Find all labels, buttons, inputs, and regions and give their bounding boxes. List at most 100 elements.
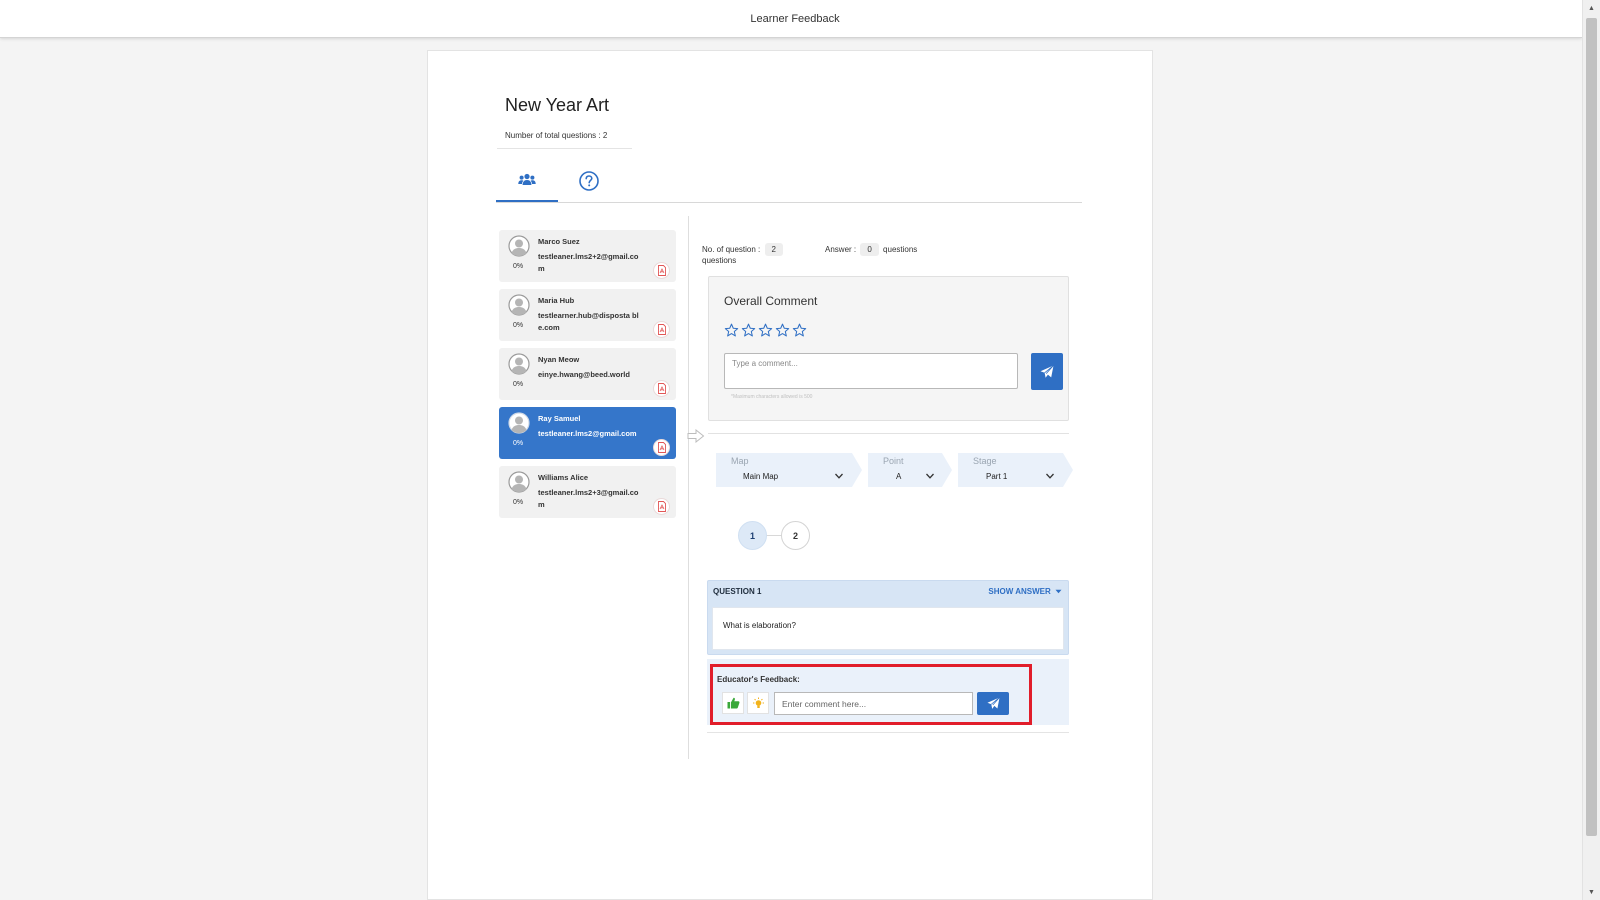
question-count-suffix: questions — [702, 256, 737, 265]
learner-progress: 0% — [513, 381, 524, 388]
learner-item[interactable]: 0% Nyan Meow einye.hwang@beed.world — [499, 348, 676, 400]
chevron-down-icon — [1044, 470, 1056, 482]
map-select[interactable]: Map Main Map — [716, 453, 862, 487]
learner-progress: 0% — [513, 440, 524, 447]
overall-comment-textarea[interactable] — [724, 353, 1018, 389]
pdf-download-button[interactable] — [653, 321, 670, 338]
app-header: Learner Feedback — [0, 0, 1582, 38]
question-label: QUESTION 1 — [713, 587, 762, 596]
star-icon[interactable] — [758, 323, 773, 338]
star-icon[interactable] — [724, 323, 739, 338]
learner-item[interactable]: 0% Marco Suez testleaner.lms2+2@gmail.co… — [499, 230, 676, 282]
stage-select[interactable]: Stage Part 1 — [958, 453, 1073, 487]
arrow-right-icon — [687, 429, 705, 443]
learner-name: Marco Suez — [538, 237, 580, 246]
question-card: QUESTION 1 SHOW ANSWER What is elaborati… — [707, 580, 1069, 655]
avatar-icon — [508, 353, 530, 375]
map-select-value: Main Map — [743, 472, 779, 481]
send-overall-comment-button[interactable] — [1031, 353, 1063, 390]
title-divider — [497, 148, 632, 149]
answer-count-suffix: questions — [883, 245, 918, 254]
question-count-value: 2 — [764, 243, 783, 256]
question-stepper: 1 2 — [738, 521, 812, 551]
learner-name: Nyan Meow — [538, 355, 580, 364]
point-select[interactable]: Point A — [868, 453, 952, 487]
caret-down-icon — [1055, 589, 1062, 594]
question-body: What is elaboration? — [712, 607, 1064, 650]
learner-list: 0% Marco Suez testleaner.lms2+2@gmail.co… — [499, 230, 676, 525]
avatar-icon — [508, 294, 530, 316]
pdf-icon — [657, 501, 666, 512]
avatar-icon — [508, 471, 530, 493]
scroll-down-arrow-icon[interactable]: ▼ — [1583, 884, 1600, 900]
show-answer-toggle[interactable]: SHOW ANSWER — [988, 587, 1062, 596]
step-2-button[interactable]: 2 — [781, 521, 810, 550]
point-select-value: A — [896, 472, 902, 481]
page-title: New Year Art — [505, 95, 610, 115]
pdf-icon — [657, 442, 666, 453]
learner-item-selected[interactable]: 0% Ray Samuel testleaner.lms2@gmail.com — [499, 407, 676, 459]
point-select-label: Point — [883, 456, 904, 466]
thumbs-up-button[interactable] — [722, 692, 744, 714]
tab-questions[interactable] — [558, 160, 620, 202]
avatar-icon — [508, 235, 530, 257]
learner-progress: 0% — [513, 499, 524, 506]
question-count-label: No. of question : — [702, 245, 761, 254]
learner-email: testlearner.hub@disposta ble.com — [538, 311, 639, 332]
scroll-thumb[interactable] — [1586, 18, 1597, 836]
answer-count-label: Answer : — [825, 245, 857, 254]
learner-email: einye.hwang@beed.world — [538, 370, 630, 379]
send-feedback-button[interactable] — [977, 692, 1009, 715]
star-icon[interactable] — [792, 323, 807, 338]
star-icon[interactable] — [741, 323, 756, 338]
pdf-icon — [657, 265, 666, 276]
scroll-up-arrow-icon[interactable]: ▲ — [1583, 0, 1600, 16]
pdf-download-button[interactable] — [653, 439, 670, 456]
answer-count-value: 0 — [860, 243, 879, 256]
chevron-down-icon — [924, 470, 936, 482]
question-text: What is elaboration? — [723, 621, 796, 630]
stage-select-value: Part 1 — [986, 472, 1008, 481]
tab-learners[interactable] — [496, 160, 558, 202]
overall-comment-title: Overall Comment — [724, 294, 818, 308]
question-circle-icon — [579, 171, 599, 191]
pdf-download-button[interactable] — [653, 498, 670, 515]
star-icon[interactable] — [775, 323, 790, 338]
pdf-icon — [657, 383, 666, 394]
chevron-down-icon — [833, 470, 845, 482]
avatar-icon — [508, 412, 530, 434]
send-icon — [986, 697, 1000, 709]
stage-select-label: Stage — [973, 456, 997, 466]
map-select-label: Map — [731, 456, 749, 466]
page-scrollbar[interactable]: ▲ ▼ — [1582, 0, 1600, 900]
feedback-comment-input[interactable] — [774, 692, 973, 715]
learner-name: Ray Samuel — [538, 414, 581, 423]
learner-email: testleaner.lms2+2@gmail.com — [538, 252, 639, 273]
learner-name: Maria Hub — [538, 296, 575, 305]
overall-comment-panel: Overall Comment *Maximum characters allo… — [708, 276, 1069, 421]
learner-progress: 0% — [513, 263, 524, 270]
learner-item[interactable]: 0% Williams Alice testleaner.lms2+3@gmai… — [499, 466, 676, 518]
header-title: Learner Feedback — [750, 12, 840, 25]
learner-name: Williams Alice — [538, 473, 589, 482]
section-divider — [708, 433, 1069, 434]
pdf-icon — [657, 324, 666, 335]
max-characters-note: *Maximum characters allowed is 500 — [731, 394, 813, 400]
step-1-button[interactable]: 1 — [738, 521, 767, 550]
panel-divider — [688, 216, 689, 759]
thumbs-up-icon — [727, 697, 739, 709]
star-rating — [724, 323, 807, 338]
pdf-download-button[interactable] — [653, 380, 670, 397]
lightbulb-button[interactable] — [747, 692, 769, 714]
show-answer-label: SHOW ANSWER — [988, 587, 1051, 596]
send-icon — [1040, 364, 1054, 378]
learner-item[interactable]: 0% Maria Hub testlearner.hub@disposta bl… — [499, 289, 676, 341]
section-divider — [707, 732, 1069, 733]
learner-progress: 0% — [513, 322, 524, 329]
total-questions-label: Number of total questions : 2 — [505, 131, 608, 140]
pdf-download-button[interactable] — [653, 262, 670, 279]
view-tabs — [496, 160, 1082, 203]
educator-feedback-title: Educator's Feedback: — [717, 675, 800, 684]
learner-email: testleaner.lms2@gmail.com — [538, 429, 637, 438]
lightbulb-icon — [752, 697, 764, 708]
